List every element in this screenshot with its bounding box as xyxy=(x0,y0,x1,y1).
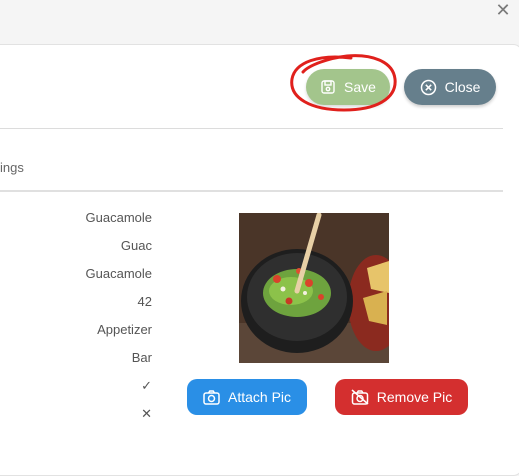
field-name-value: Guacamole xyxy=(85,210,152,225)
dialog-close-icon[interactable]: ✕ xyxy=(495,1,511,19)
field-number-value: 42 xyxy=(137,294,152,309)
field-location-value: Bar xyxy=(131,350,152,365)
attach-pic-label: Attach Pic xyxy=(227,389,292,405)
toolbar-divider xyxy=(0,128,503,129)
close-button[interactable]: Close xyxy=(404,69,496,105)
tab-divider xyxy=(0,190,503,192)
save-button[interactable]: Save xyxy=(306,69,390,105)
attach-pic-button[interactable]: Attach Pic xyxy=(187,379,307,415)
tab-settings[interactable]: ings xyxy=(0,160,24,175)
save-button-label: Save xyxy=(344,79,376,95)
item-photo xyxy=(239,213,389,363)
close-circle-icon xyxy=(420,79,437,96)
save-icon xyxy=(320,79,336,95)
checked-icon: ✓ xyxy=(141,378,152,393)
camera-off-icon xyxy=(351,389,369,405)
field-values: Guacamole Guac Guacamole 42 Appetizer Ba… xyxy=(86,210,152,434)
close-button-label: Close xyxy=(444,79,481,95)
unchecked-icon: ✕ xyxy=(141,406,152,421)
field-short-name-value: Guac xyxy=(120,238,152,253)
remove-pic-button[interactable]: Remove Pic xyxy=(335,379,468,415)
camera-icon xyxy=(203,389,220,405)
remove-pic-label: Remove Pic xyxy=(376,389,453,405)
field-category-value: Appetizer xyxy=(97,322,152,337)
field-display-name-value: Guacamole xyxy=(85,266,152,281)
